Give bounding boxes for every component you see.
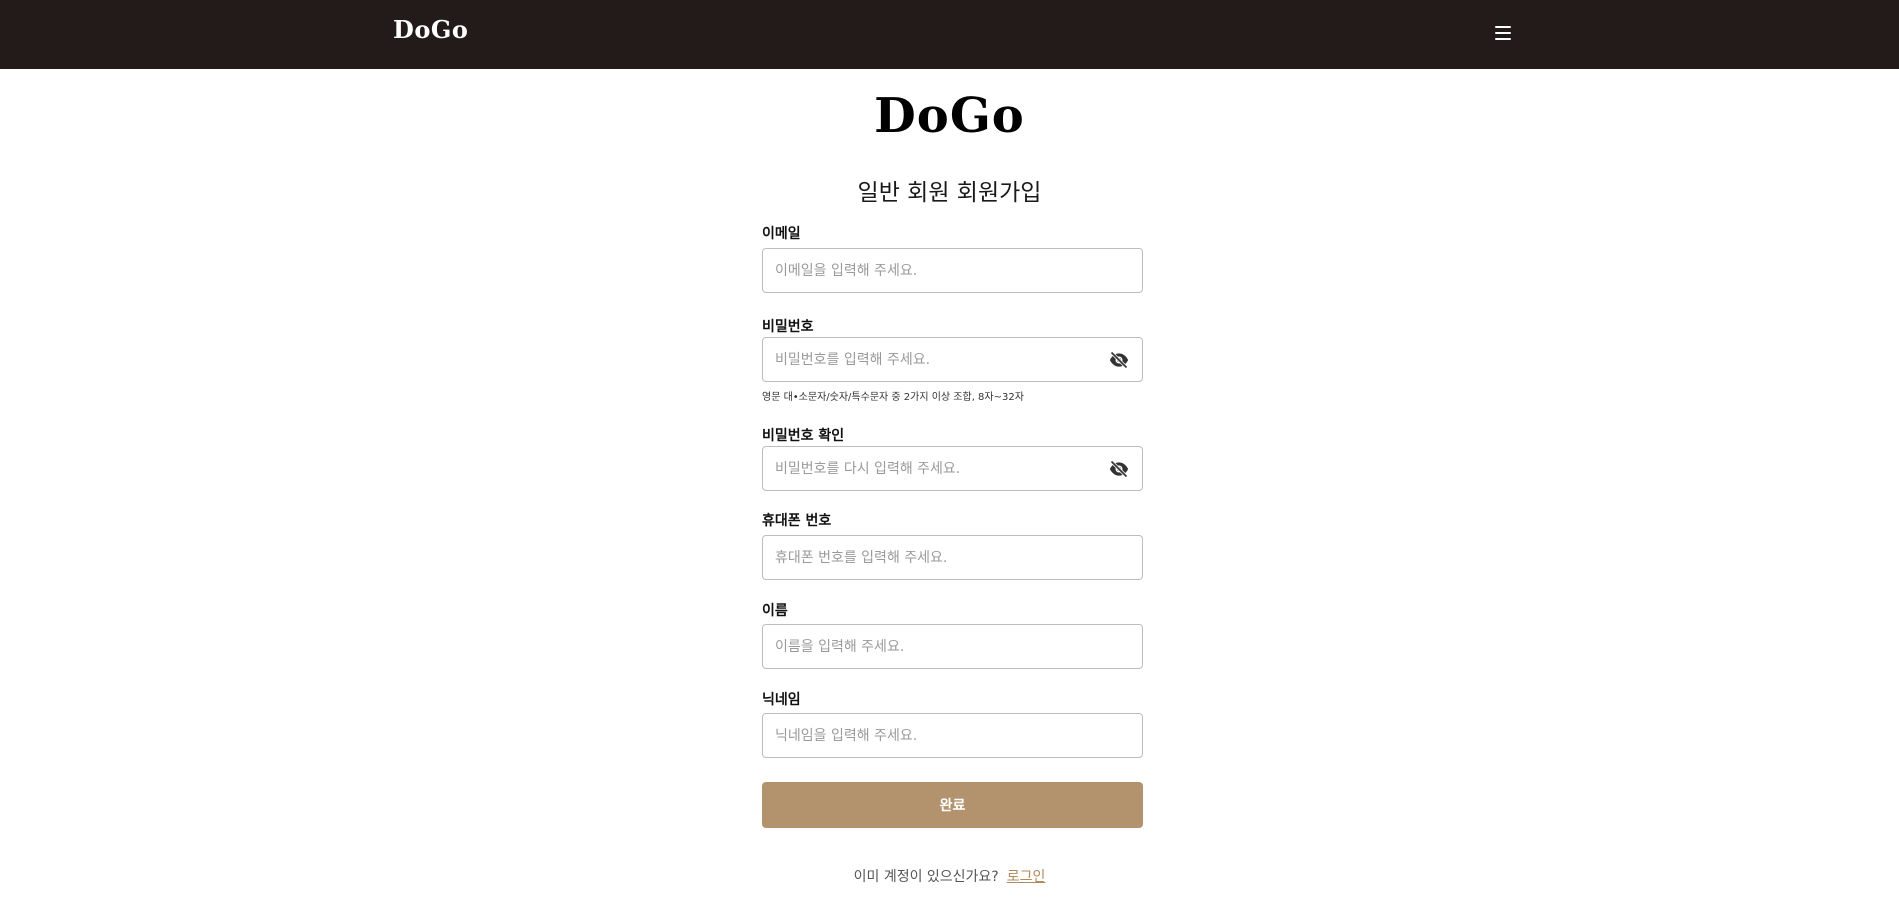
nickname-field-box xyxy=(762,713,1143,758)
phone-label: 휴대폰 번호 xyxy=(762,513,832,529)
email-field-box xyxy=(762,248,1143,293)
submit-button[interactable]: 완료 xyxy=(762,782,1143,828)
login-link[interactable]: 로그인 xyxy=(1007,869,1046,885)
page-logo: DoGo xyxy=(874,88,1025,144)
password-confirm-field-box xyxy=(762,446,1143,491)
name-label: 이름 xyxy=(762,603,788,619)
password-input[interactable] xyxy=(775,338,1095,381)
login-question: 이미 계정이 있으신가요? xyxy=(853,869,999,885)
top-navbar: DoGo xyxy=(0,0,1899,69)
eye-slash-icon[interactable] xyxy=(1108,459,1130,479)
phone-input[interactable] xyxy=(775,536,1095,579)
email-label: 이메일 xyxy=(762,226,801,242)
password-confirm-input[interactable] xyxy=(775,447,1095,490)
email-input[interactable] xyxy=(775,249,1095,292)
phone-field-box xyxy=(762,535,1143,580)
password-label: 비밀번호 xyxy=(762,319,814,335)
password-confirm-label: 비밀번호 확인 xyxy=(762,428,845,444)
password-hint: 영문 대•소문자/숫자/특수문자 중 2가지 이상 조합, 8자~32자 xyxy=(762,392,1024,403)
eye-slash-icon[interactable] xyxy=(1108,350,1130,370)
nickname-input[interactable] xyxy=(775,714,1095,757)
password-field-box xyxy=(762,337,1143,382)
login-prompt: 이미 계정이 있으신가요? 로그인 xyxy=(0,866,1899,886)
nickname-label: 닉네임 xyxy=(762,692,801,708)
hamburger-menu-icon[interactable] xyxy=(1493,23,1515,43)
name-field-box xyxy=(762,624,1143,669)
navbar-brand[interactable]: DoGo xyxy=(393,15,468,44)
page-title: 일반 회원 회원가입 xyxy=(857,180,1042,206)
name-input[interactable] xyxy=(775,625,1095,668)
